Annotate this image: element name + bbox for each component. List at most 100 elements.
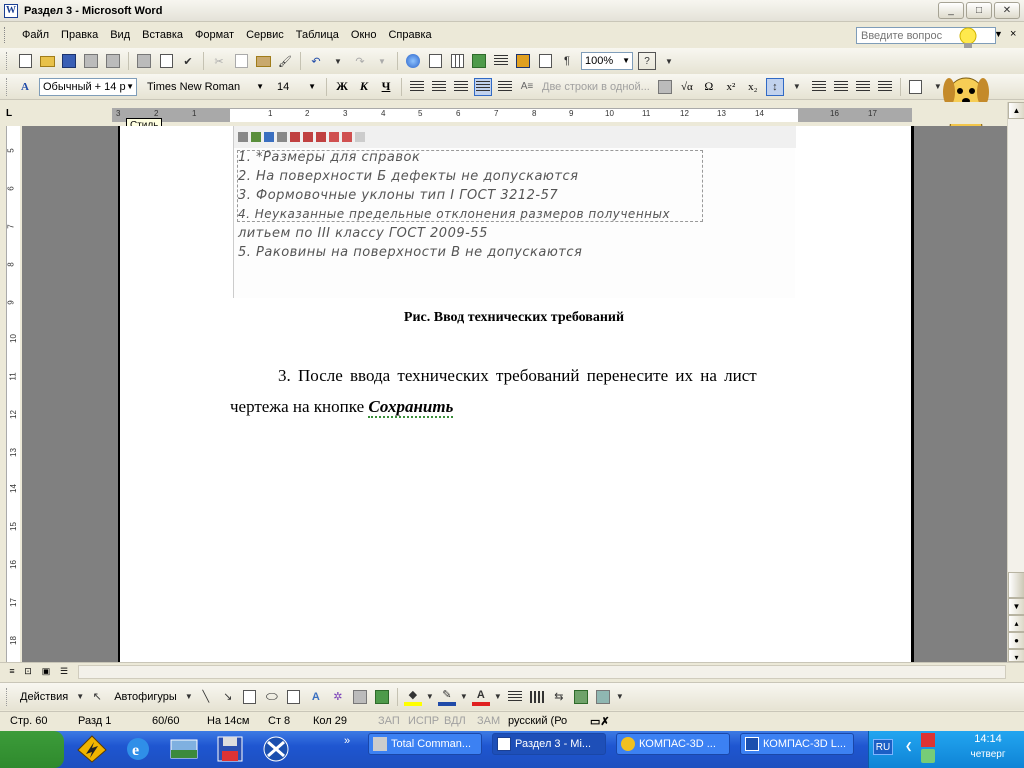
scroll-thumb[interactable] — [1008, 572, 1024, 598]
underline-button[interactable]: Ч — [376, 78, 396, 96]
winamp-icon[interactable] — [76, 734, 108, 764]
format-painter-icon[interactable]: 🖌 — [276, 52, 294, 70]
line-color-dropdown-icon[interactable]: ▼ — [460, 688, 468, 706]
kompas-quicklaunch-icon[interactable] — [260, 734, 292, 764]
align-center-icon[interactable] — [430, 78, 448, 96]
justify-icon[interactable] — [474, 77, 492, 96]
menu-edit[interactable]: Правка — [55, 25, 104, 45]
superscript-button[interactable]: x² — [721, 78, 741, 96]
undo-dropdown-icon[interactable]: ▼ — [329, 52, 347, 70]
menu-table[interactable]: Таблица — [290, 25, 345, 45]
task-kompas-2[interactable]: КОМПАС-3D L... — [740, 733, 854, 755]
tray-expand-icon[interactable]: ❮ — [905, 741, 913, 752]
cut-icon[interactable]: ✂ — [210, 52, 228, 70]
fill-color-icon[interactable]: ◆ — [403, 688, 422, 706]
antivirus-tray-icon[interactable] — [921, 733, 935, 747]
network-tray-icon[interactable] — [921, 749, 935, 763]
drawing-icon[interactable] — [514, 52, 532, 70]
word-app-icon[interactable]: W — [4, 3, 18, 18]
undo-icon[interactable]: ↶ — [307, 52, 325, 70]
document-map-icon[interactable] — [536, 52, 554, 70]
size-dropdown-arrow-icon[interactable]: ▼ — [308, 79, 316, 95]
start-button[interactable] — [0, 731, 64, 768]
status-extend[interactable]: ВДЛ — [444, 715, 466, 727]
redo-icon[interactable]: ↷ — [351, 52, 369, 70]
menu-window[interactable]: Окно — [345, 25, 383, 45]
font-color-dropdown-icon[interactable]: ▼ — [494, 688, 502, 706]
menu-help[interactable]: Справка — [382, 25, 437, 45]
align-left-icon[interactable] — [408, 78, 426, 96]
diagram-icon[interactable]: ✲ — [329, 688, 347, 706]
arrow-icon[interactable]: ↘ — [219, 688, 237, 706]
arrow-style-icon[interactable]: ⇆ — [550, 688, 568, 706]
normal-view-icon[interactable]: ≡ — [6, 665, 18, 677]
status-record[interactable]: ЗАП — [378, 715, 400, 727]
increase-indent-icon[interactable] — [876, 78, 894, 96]
help-icon[interactable]: ? — [638, 52, 656, 70]
omega-button[interactable]: Ω — [699, 78, 719, 96]
print-icon[interactable] — [135, 52, 153, 70]
numbering-icon[interactable] — [810, 78, 828, 96]
distributed-icon[interactable] — [496, 78, 514, 96]
scroll-up-button[interactable]: ▲ — [1008, 102, 1024, 119]
permission-icon[interactable] — [82, 52, 100, 70]
bold-button[interactable]: Ж — [332, 78, 352, 96]
menu-view[interactable]: Вид — [104, 25, 136, 45]
insert-table-icon[interactable] — [448, 52, 466, 70]
styles-formatting-icon[interactable]: A — [16, 78, 34, 96]
insert-picture-icon[interactable] — [373, 688, 391, 706]
toolbar-options-icon[interactable]: ▼ — [660, 52, 678, 70]
autoshapes-menu[interactable]: Автофигуры — [114, 691, 177, 703]
subscript-button[interactable]: x₂ — [743, 78, 763, 96]
font-combo[interactable]: Times New Roman ▼ — [143, 78, 267, 96]
clock[interactable]: 14:14 четверг — [957, 733, 1019, 760]
status-track-changes[interactable]: ИСПР — [408, 715, 439, 727]
drawing-options-icon[interactable]: ▼ — [616, 688, 624, 706]
quicklaunch-more-icon[interactable]: » — [344, 735, 350, 747]
select-objects-icon[interactable]: ↖ — [88, 688, 106, 706]
spelling-icon[interactable]: ✔ — [179, 52, 197, 70]
task-total-commander[interactable]: Total Comman... — [368, 733, 482, 755]
draw-actions-menu[interactable]: Действия — [20, 691, 68, 703]
two-lines-in-one-label[interactable]: Две строки в одной... — [542, 81, 650, 93]
clip-art-icon[interactable] — [351, 688, 369, 706]
align-right-icon[interactable] — [452, 78, 470, 96]
save-icon[interactable] — [60, 52, 78, 70]
style-combo[interactable]: Обычный + 14 р ▼ — [39, 77, 137, 96]
line-icon[interactable]: ╲ — [197, 688, 215, 706]
font-color-icon[interactable]: A — [471, 688, 490, 706]
toolbar-grip[interactable] — [6, 52, 9, 70]
menu-format[interactable]: Формат — [189, 25, 240, 45]
web-view-icon[interactable]: ⊡ — [22, 665, 34, 677]
line-color-icon[interactable]: ✎ — [437, 688, 456, 706]
close-document-icon[interactable]: × — [1010, 28, 1016, 40]
copy-icon[interactable] — [232, 52, 250, 70]
body-paragraph-continued[interactable]: чертежа на кнопке Сохранить — [230, 397, 454, 418]
menu-grip[interactable] — [4, 27, 10, 43]
two-lines-icon[interactable]: A≡ — [518, 78, 536, 96]
columns-icon[interactable] — [492, 52, 510, 70]
maximize-button[interactable]: □ — [966, 2, 992, 19]
dash-style-icon[interactable] — [528, 688, 546, 706]
tab-selector[interactable]: L — [6, 108, 18, 120]
insert-picture-icon[interactable] — [656, 78, 674, 96]
style-dropdown-arrow-icon[interactable]: ▼ — [126, 79, 134, 95]
rectangle-icon[interactable] — [241, 688, 259, 706]
status-overtype[interactable]: ЗАМ — [477, 715, 500, 727]
next-page-button[interactable]: ▾ — [1008, 649, 1024, 662]
body-paragraph[interactable]: 3. После ввода технических требований пе… — [278, 366, 798, 386]
borders-icon[interactable] — [907, 78, 925, 96]
show-desktop-icon[interactable] — [168, 734, 200, 764]
toolbar-grip[interactable] — [6, 687, 9, 706]
previous-page-button[interactable]: ▴ — [1008, 615, 1024, 632]
line-spacing-icon[interactable]: ↕ — [765, 77, 784, 96]
status-language[interactable]: русский (Ро — [508, 715, 567, 727]
scroll-down-button[interactable]: ▼ — [1008, 598, 1024, 615]
decrease-indent-icon[interactable] — [854, 78, 872, 96]
embedded-screenshot-image[interactable]: 1. *Размеры для справок 2. На поверхност… — [233, 126, 796, 298]
shadow-style-icon[interactable] — [572, 688, 590, 706]
redo-dropdown-icon[interactable]: ▼ — [373, 52, 391, 70]
size-combo[interactable]: 14 ▼ — [273, 78, 319, 96]
language-indicator[interactable]: RU — [873, 739, 893, 755]
horizontal-scrollbar[interactable] — [78, 665, 1006, 679]
